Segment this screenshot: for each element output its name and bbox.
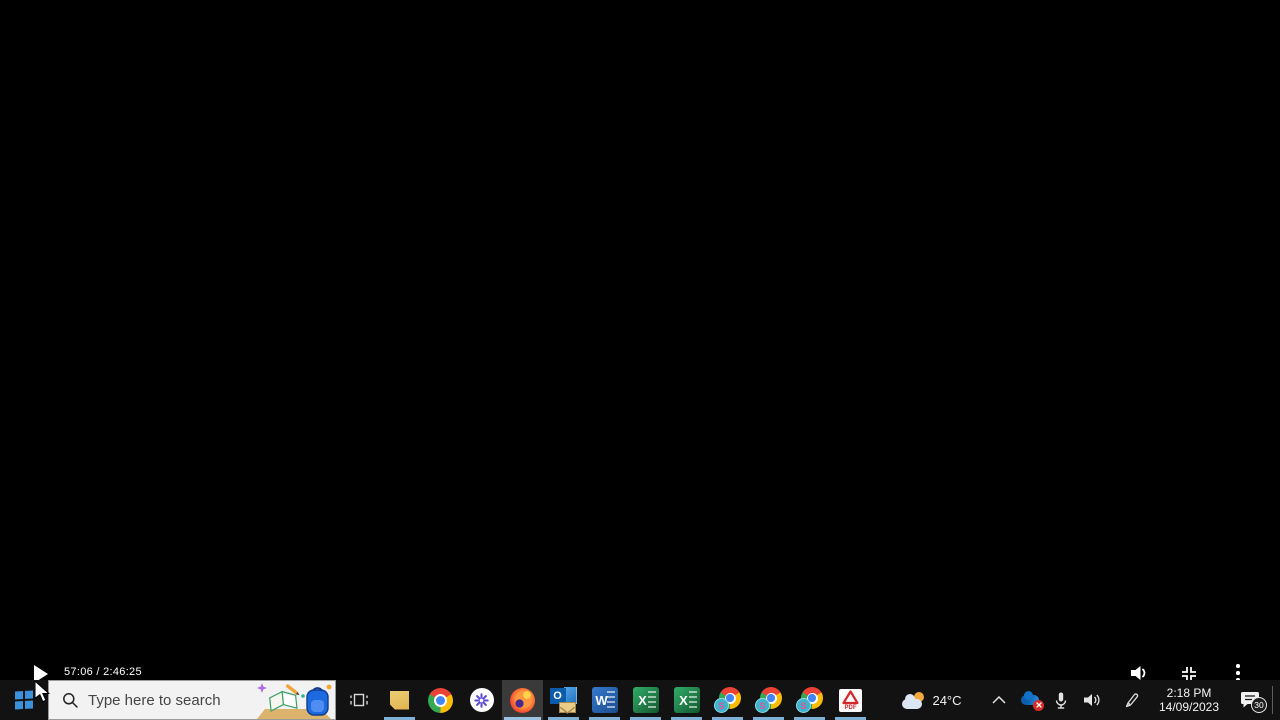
start-button[interactable] [0, 680, 48, 720]
profile-badge: S [755, 698, 770, 713]
chrome-profile-icon: S [714, 687, 741, 713]
chrome-profile-button-2[interactable]: S [748, 680, 789, 720]
acrobat-button[interactable]: PDF [830, 680, 871, 720]
pen-tray-button[interactable] [1116, 680, 1146, 720]
search-icon [62, 692, 78, 708]
outlook-button[interactable]: O [543, 680, 584, 720]
weather-icon [902, 691, 926, 709]
acrobat-icon: PDF [839, 688, 862, 712]
sticky-notes-button[interactable] [379, 680, 420, 720]
profile-badge: S [714, 698, 729, 713]
firefox-button[interactable] [502, 680, 543, 720]
weather-temperature: 24°C [932, 692, 962, 708]
task-view-icon [349, 693, 368, 707]
envelope-icon [558, 702, 576, 714]
desktop: 57:06 / 2:46:25 Type here to search O W … [0, 0, 1280, 720]
search-placeholder: Type here to search [88, 691, 221, 709]
chrome-profile-button-1[interactable]: S [707, 680, 748, 720]
excel-button-2[interactable]: X [666, 680, 707, 720]
search-highlight-illustration[interactable] [255, 681, 335, 719]
chrome-icon [428, 687, 453, 713]
speaker-tray-button[interactable] [1078, 680, 1108, 720]
speaker-icon [1084, 694, 1100, 706]
action-center-button[interactable]: 30 [1234, 680, 1270, 720]
onedrive-tray-button[interactable] [1016, 680, 1046, 720]
outlook-icon: O [549, 687, 578, 714]
clock-time: 2:18 PM [1166, 686, 1212, 700]
excel-button-1[interactable]: X [625, 680, 666, 720]
more-options-icon[interactable] [1236, 664, 1240, 682]
clock-date: 14/09/2023 [1158, 700, 1220, 714]
chrome-profile-icon: S [796, 687, 823, 713]
onedrive-error-icon [1021, 690, 1044, 711]
weather-widget[interactable]: 24°C [894, 680, 970, 720]
profile-badge: S [796, 698, 811, 713]
show-desktop-strip[interactable] [1273, 680, 1280, 720]
error-badge [1033, 699, 1044, 711]
task-view-button[interactable] [338, 680, 379, 720]
taskbar: Type here to search O W X X S S S PDF 24… [0, 680, 1280, 720]
word-icon: W [591, 687, 618, 713]
taskbar-apps: O W X X S S S PDF [338, 680, 871, 720]
excel-icon: X [673, 687, 700, 713]
pen-icon [1125, 693, 1139, 708]
firefox-icon [510, 687, 535, 713]
microphone-tray-button[interactable] [1048, 680, 1074, 720]
chrome-profile-icon: S [755, 687, 782, 713]
word-button[interactable]: W [584, 680, 625, 720]
microphone-icon [1055, 692, 1067, 709]
starburst-app-icon [469, 688, 494, 712]
search-input[interactable]: Type here to search [48, 680, 336, 720]
notification-count-badge: 30 [1251, 696, 1267, 713]
chevron-up-icon [992, 696, 1006, 704]
chrome-button[interactable] [420, 680, 461, 720]
chrome-profile-button-3[interactable]: S [789, 680, 830, 720]
clock[interactable]: 2:18 PM 14/09/2023 [1148, 680, 1230, 720]
starburst-app-button[interactable] [461, 680, 502, 720]
video-time-display: 57:06 / 2:46:25 [64, 666, 142, 678]
excel-icon: X [632, 687, 659, 713]
windows-logo-icon [15, 690, 33, 710]
show-hidden-icons-button[interactable] [986, 680, 1012, 720]
sticky-notes-icon [390, 690, 409, 710]
